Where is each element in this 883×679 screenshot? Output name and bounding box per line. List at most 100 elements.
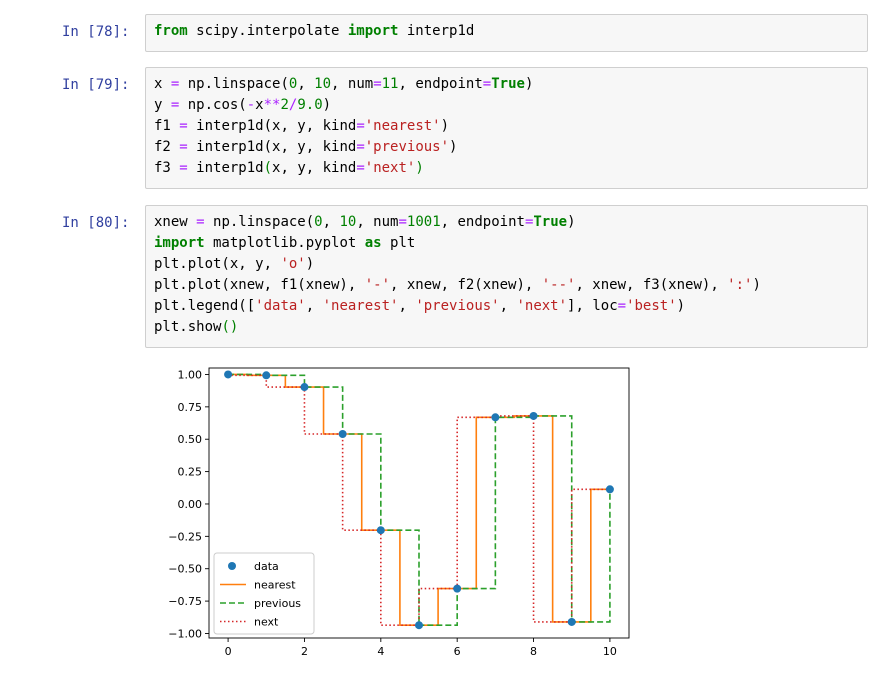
code-token: ':' — [727, 277, 753, 293]
code-token: , num — [356, 214, 399, 230]
legend-marker — [228, 562, 236, 570]
code-token: 11 — [381, 76, 399, 92]
code-token: ], loc — [567, 298, 618, 314]
code-line: f3 = interp1d(x, y, kind='next') — [154, 158, 859, 179]
data-point — [224, 370, 233, 379]
code-token: ) — [676, 298, 686, 314]
code-token: 9.0 — [297, 97, 323, 113]
code-token: '-' — [364, 277, 391, 293]
code-token: plt.show — [154, 319, 222, 335]
code-token: , — [499, 298, 517, 314]
code-line: plt.show() — [154, 317, 859, 338]
code-token: = — [356, 139, 365, 155]
code-token: 'next' — [364, 160, 416, 176]
y-tick-label: 0.25 — [178, 466, 203, 479]
code-token: f1 — [154, 118, 180, 134]
code-token: () — [221, 319, 239, 335]
y-tick-label: 1.00 — [178, 368, 203, 381]
code-line: x = np.linspace(0, 10, num=11, endpoint=… — [154, 74, 859, 95]
x-tick-label: 10 — [603, 645, 617, 658]
code-token: 'best' — [626, 298, 677, 314]
code-token: = — [482, 76, 492, 92]
code-token: = — [617, 298, 627, 314]
code-line: f1 = interp1d(x, y, kind='nearest') — [154, 116, 859, 137]
code-token: , xnew, f3(xnew), — [575, 277, 728, 293]
code-token: , xnew, f2(xnew), — [390, 277, 542, 293]
code-token: ) — [567, 214, 576, 230]
y-tick-label: −1.00 — [168, 627, 202, 640]
x-tick-label: 2 — [301, 645, 308, 658]
y-tick-label: 0.75 — [178, 401, 203, 414]
legend-label: data — [254, 560, 279, 573]
code-token: = — [356, 118, 365, 134]
x-tick-label: 6 — [454, 645, 461, 658]
code-line: plt.plot(x, y, 'o') — [154, 254, 859, 275]
code-token: y — [154, 97, 171, 113]
code-token: = — [356, 160, 365, 176]
y-tick-label: 0.00 — [178, 498, 203, 511]
data-point — [529, 411, 538, 420]
code-token: as — [364, 235, 382, 251]
code-token: 'next' — [516, 298, 568, 314]
code-token: 10 — [314, 76, 332, 92]
code-token: = — [179, 160, 188, 176]
code-token: 'o' — [280, 256, 306, 272]
code-token: 'nearest' — [364, 118, 441, 134]
data-point — [338, 430, 347, 439]
code-token: ) — [322, 97, 332, 113]
code-token: interp1d(x, y, kind — [187, 139, 357, 155]
code-token: '--' — [541, 277, 576, 293]
code-token: - — [246, 97, 256, 113]
x-tick-label: 8 — [530, 645, 537, 658]
code-input[interactable]: x = np.linspace(0, 10, num=11, endpoint=… — [145, 67, 868, 189]
code-token: = — [398, 214, 407, 230]
legend-label: previous — [254, 597, 301, 610]
y-tick-label: −0.75 — [168, 595, 202, 608]
cell-prompt: In [80]: — [62, 215, 130, 231]
code-token: plt — [381, 235, 416, 251]
code-line: from scipy.interpolate import interp1d — [154, 21, 859, 42]
code-input[interactable]: xnew = np.linspace(0, 10, num=1001, endp… — [145, 205, 868, 348]
y-tick-label: 0.50 — [178, 433, 203, 446]
code-token: , num — [331, 76, 374, 92]
data-point — [453, 584, 462, 593]
cell-output: 1.00 0.75 0.50 0.25 0.00 −0.25 −0.50 −0.75 −1.00… — [145, 355, 868, 675]
code-token: plt.plot(x, y, — [154, 256, 281, 272]
code-token: ) — [440, 118, 450, 134]
code-text: x = np.linspace(0, 10, num=11, endpoint=… — [154, 74, 859, 179]
code-token: True — [533, 214, 568, 230]
data-point — [300, 383, 309, 392]
code-token: = — [179, 118, 188, 134]
interpolation-plot: 1.00 0.75 0.50 0.25 0.00 −0.25 −0.50 −0.75 −1.00… — [168, 367, 630, 658]
code-token: f2 — [154, 139, 180, 155]
code-token: = — [373, 76, 382, 92]
code-line: plt.plot(xnew, f1(xnew), '-', xnew, f2(x… — [154, 275, 859, 296]
code-input[interactable]: from scipy.interpolate import interp1d — [145, 14, 868, 52]
code-token: ** — [263, 97, 281, 113]
code-token: , — [297, 76, 315, 92]
code-token: import — [154, 235, 205, 251]
code-token: x, y, kind — [272, 160, 357, 176]
legend-label: next — [254, 616, 279, 629]
data-point — [376, 526, 385, 535]
code-text: from scipy.interpolate import interp1d — [154, 21, 859, 42]
code-line: f2 = interp1d(x, y, kind='previous') — [154, 137, 859, 158]
code-token: True — [491, 76, 525, 92]
code-token: from — [154, 23, 188, 39]
code-token: interp1d(x, y, kind — [187, 118, 357, 134]
code-token: f3 — [154, 160, 180, 176]
code-token: , endpoint — [440, 214, 525, 230]
code-token: 0 — [314, 214, 323, 230]
y-tick-label: −0.50 — [168, 563, 202, 576]
code-line: y = np.cos(-x**2/9.0) — [154, 95, 859, 116]
code-token: interp1d — [187, 160, 264, 176]
code-token: import — [347, 23, 399, 39]
code-token: x — [255, 97, 264, 113]
code-token: 'nearest' — [322, 298, 399, 314]
code-token: np.cos( — [179, 97, 247, 113]
code-token: ) — [449, 139, 458, 155]
data-point — [415, 621, 423, 630]
code-token: , endpoint — [398, 76, 483, 92]
legend-label: nearest — [254, 579, 296, 592]
code-token: ) — [752, 277, 761, 293]
